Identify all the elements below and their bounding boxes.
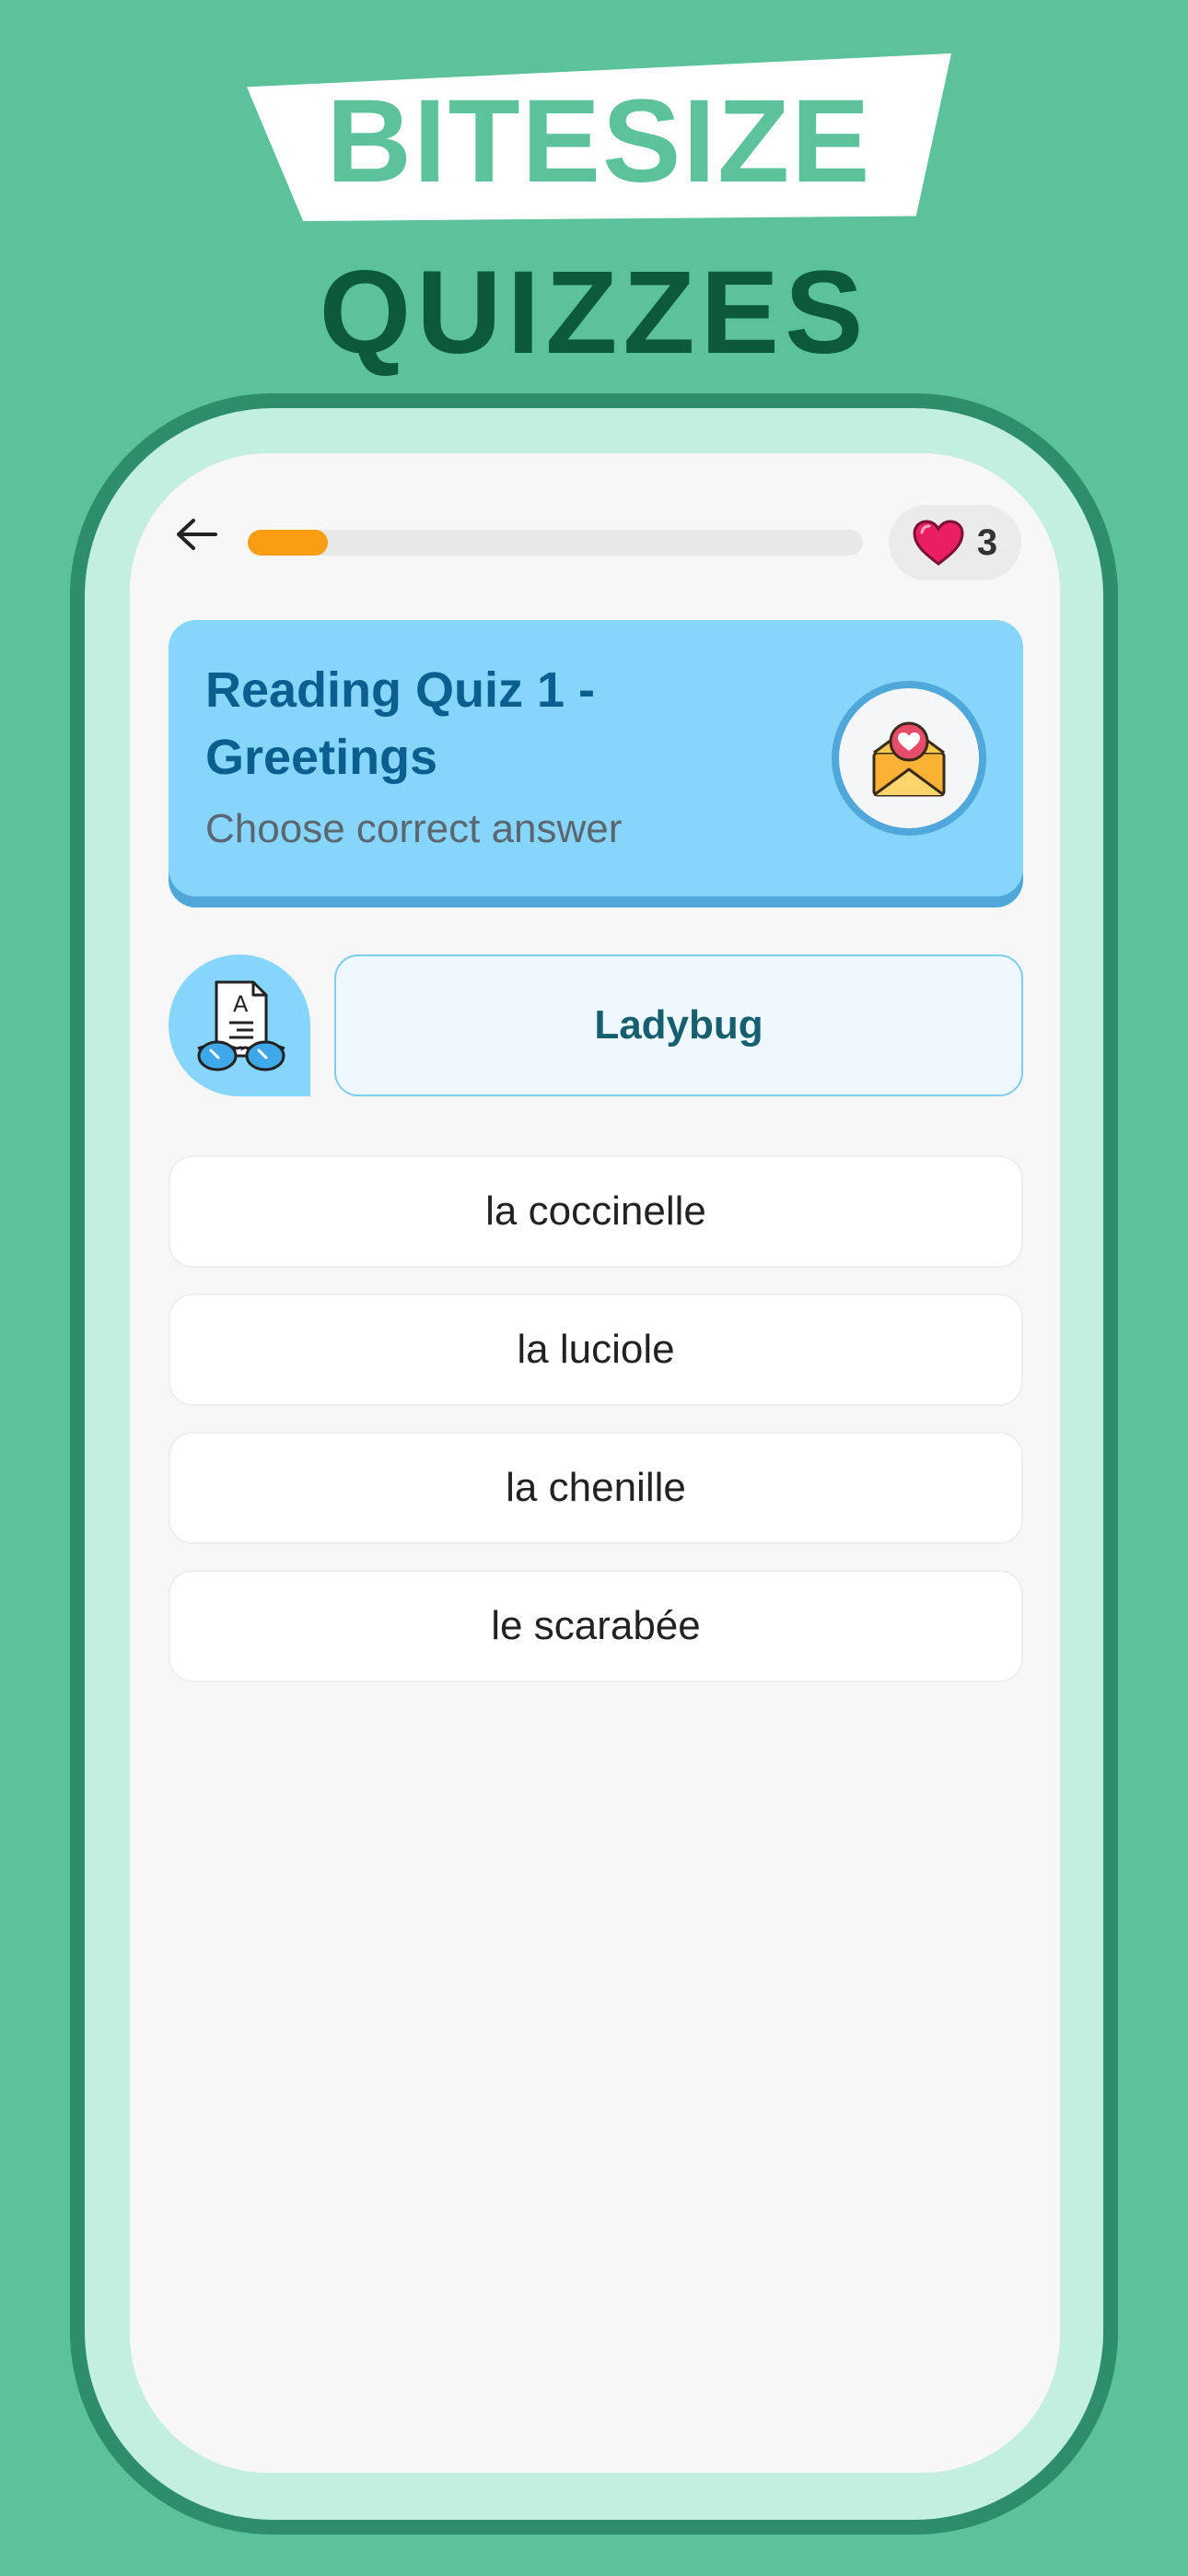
answer-option[interactable]: la luciole [169,1294,1023,1406]
quiz-instruction: Choose correct answer [205,806,623,851]
heart-icon [913,520,964,566]
quiz-title: Reading Quiz 1 - Greetings [205,662,596,785]
quiz-progress-fill [248,530,328,556]
app-screen: 3 Reading Quiz 1 - Greetings Choose corr… [130,453,1060,2473]
lives-indicator: 3 [889,505,1021,580]
top-bar: 3 [130,453,1060,582]
answer-option-label: la coccinelle [485,1188,706,1234]
prompt-word: Ladybug [594,1002,763,1048]
prompt-avatar: A [169,954,310,1096]
answer-option[interactable]: la coccinelle [169,1155,1023,1268]
quiz-badge [832,681,986,836]
promo-banner: BITESIZE [247,53,951,221]
answer-option[interactable]: le scarabée [169,1570,1023,1682]
quiz-progress-bar [248,530,863,556]
answer-option-label: le scarabée [491,1603,701,1648]
quiz-header-card: Reading Quiz 1 - Greetings Choose correc… [169,620,1023,896]
reading-glasses-document-icon: A [197,980,285,1071]
svg-text:A: A [233,991,249,1017]
answer-option-label: la chenille [506,1465,686,1510]
promo-subheadline: QUIZZES [319,247,869,379]
love-letter-icon [872,721,946,797]
answer-option[interactable]: la chenille [169,1432,1023,1544]
lives-count: 3 [976,521,998,563]
answer-options: la coccinelle la luciole la chenille le … [169,1155,1023,1708]
answer-option-label: la luciole [517,1327,675,1372]
prompt-word-box: Ladybug [334,954,1023,1096]
back-button[interactable] [170,509,222,560]
promo-headline: BITESIZE [326,76,872,207]
arrow-left-icon [177,519,217,550]
